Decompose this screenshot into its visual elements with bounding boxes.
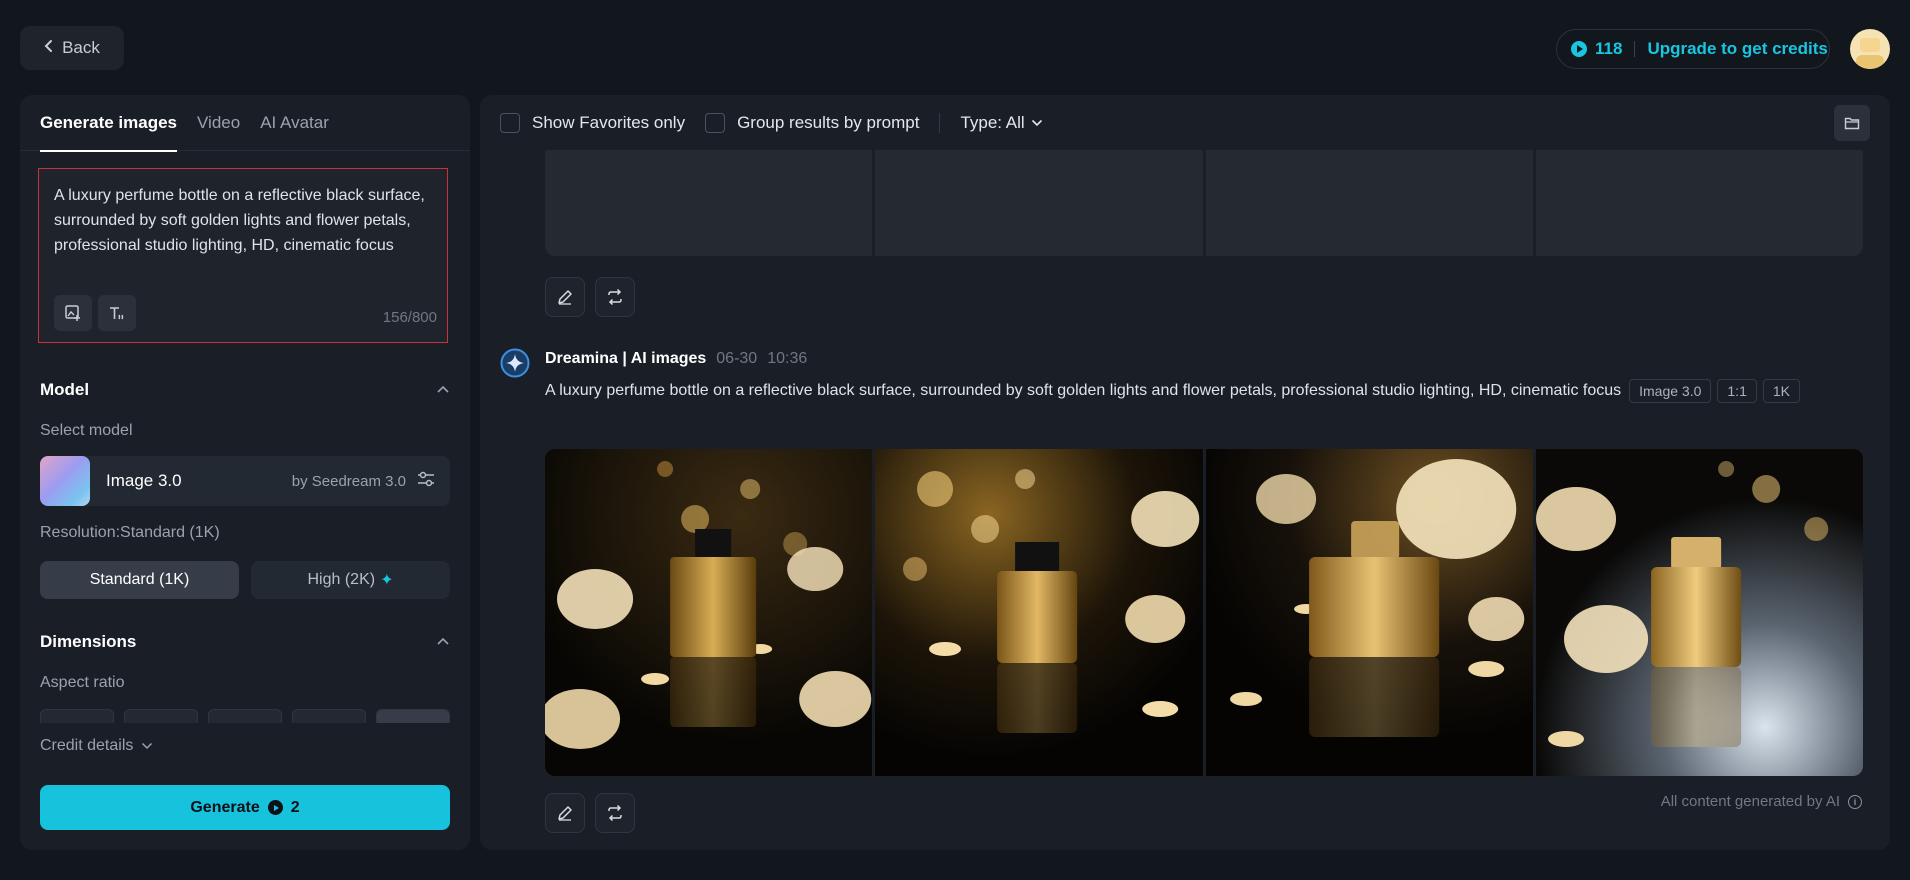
result-images — [545, 449, 1863, 776]
result-image[interactable] — [1205, 150, 1533, 256]
model-tag: Image 3.0 — [1629, 378, 1712, 403]
repeat-icon — [608, 288, 622, 306]
info-icon[interactable]: i — [1848, 794, 1862, 809]
generation-meta: Dreamina | AI images 06-30 10:36 — [545, 350, 807, 368]
type-filter-dropdown[interactable]: Type: All — [960, 113, 1042, 133]
result-image[interactable] — [1535, 150, 1863, 256]
select-model-label: Select model — [40, 422, 133, 439]
checkbox-icon — [500, 112, 520, 133]
prompt-input[interactable]: A luxury perfume bottle on a reflective … — [38, 168, 448, 343]
dimensions-section-header[interactable]: Dimensions — [40, 632, 450, 652]
checkbox-icon — [705, 112, 726, 133]
filter-bar: Show Favorites only Group results by pro… — [480, 95, 1890, 150]
text-style-button[interactable] — [98, 295, 136, 331]
divider — [1634, 41, 1636, 57]
pencil-icon — [558, 290, 572, 305]
model-provider: by Seedream 3.0 — [291, 472, 406, 490]
back-label: Back — [62, 38, 100, 57]
result-image[interactable] — [875, 449, 1203, 776]
result-image[interactable] — [1535, 449, 1863, 776]
chevron-up-icon — [437, 385, 449, 393]
user-avatar[interactable] — [1850, 29, 1890, 69]
text-format-icon — [110, 307, 124, 320]
edit-button[interactable] — [545, 277, 585, 317]
credits-widget: 118 Upgrade to get credits — [1556, 29, 1830, 69]
previous-results — [545, 150, 1863, 256]
back-button[interactable]: Back — [20, 26, 124, 70]
generation-prompt-text: A luxury perfume bottle on a reflective … — [545, 382, 1622, 399]
result-image[interactable] — [545, 150, 873, 256]
resolution-standard-button[interactable]: Standard (1K) — [40, 561, 239, 599]
chevron-left-icon — [44, 38, 54, 58]
prompt-text[interactable]: A luxury perfume bottle on a reflective … — [54, 183, 429, 258]
group-by-prompt-checkbox[interactable]: Group results by prompt — [705, 112, 919, 133]
resolution-options: Standard (1K) High (2K) ✦ — [40, 561, 450, 599]
resolution-high-button[interactable]: High (2K) ✦ — [251, 561, 450, 599]
model-selector[interactable]: Image 3.0 by Seedream 3.0 — [40, 456, 450, 506]
chevron-up-icon — [437, 637, 449, 645]
generate-button[interactable]: Generate 2 — [40, 785, 450, 830]
settings-sliders-icon[interactable] — [416, 470, 436, 493]
chevron-down-icon — [142, 742, 153, 750]
credit-coin-icon — [1571, 41, 1587, 57]
favorites-checkbox[interactable]: Show Favorites only — [500, 112, 685, 133]
previous-actions — [545, 277, 635, 317]
credit-coin-icon — [267, 800, 283, 815]
repeat-icon — [608, 804, 622, 822]
result-image[interactable] — [875, 150, 1203, 256]
model-section-title: Model — [40, 380, 90, 399]
tab-video[interactable]: Video — [197, 95, 240, 151]
chevron-down-icon — [1031, 119, 1042, 126]
model-thumbnail — [40, 456, 90, 506]
mode-tabs: Generate images Video AI Avatar — [20, 95, 470, 152]
divider — [939, 112, 941, 133]
resolution-tag: 1K — [1762, 378, 1800, 403]
tab-ai-avatar[interactable]: AI Avatar — [260, 95, 329, 151]
regenerate-button[interactable] — [595, 793, 635, 833]
generate-label: Generate — [190, 798, 260, 816]
result-image[interactable] — [545, 449, 873, 776]
dimensions-section-title: Dimensions — [40, 632, 137, 651]
tab-generate-images[interactable]: Generate images — [40, 95, 178, 152]
generation-source: Dreamina | AI images — [545, 350, 707, 367]
ai-disclaimer: All content generated by AI i — [1661, 793, 1862, 810]
credits-count: 118 — [1595, 39, 1623, 58]
edit-button[interactable] — [545, 793, 585, 833]
regenerate-button[interactable] — [595, 277, 635, 317]
ratio-tag: 1:1 — [1717, 378, 1757, 403]
generation-actions — [545, 793, 635, 833]
left-panel: Generate images Video AI Avatar A luxury… — [20, 95, 470, 850]
dreamina-logo-icon — [500, 348, 530, 378]
results-panel: Show Favorites only Group results by pro… — [480, 95, 1890, 850]
char-count: 156/800 — [382, 309, 437, 326]
resolution-label: Resolution:Standard (1K) — [40, 524, 220, 541]
add-image-icon — [65, 305, 80, 321]
generation-time: 10:36 — [767, 350, 808, 367]
prompt-tools — [54, 295, 136, 331]
model-name: Image 3.0 — [106, 471, 182, 490]
credit-details-toggle[interactable]: Credit details — [40, 737, 153, 755]
folder-icon — [1844, 117, 1860, 130]
result-image[interactable] — [1205, 449, 1533, 776]
generate-cost: 2 — [290, 798, 300, 816]
model-section-header[interactable]: Model — [40, 380, 450, 400]
pencil-icon — [558, 806, 572, 821]
folder-button[interactable] — [1834, 105, 1870, 141]
sparkle-icon: ✦ — [380, 572, 394, 589]
upgrade-link[interactable]: Upgrade to get credits — [1647, 39, 1827, 59]
generation-date: 06-30 — [716, 350, 758, 367]
aspect-ratio-label: Aspect ratio — [40, 674, 125, 691]
generation-prompt: A luxury perfume bottle on a reflective … — [545, 378, 1865, 404]
reference-image-button[interactable] — [54, 295, 92, 331]
